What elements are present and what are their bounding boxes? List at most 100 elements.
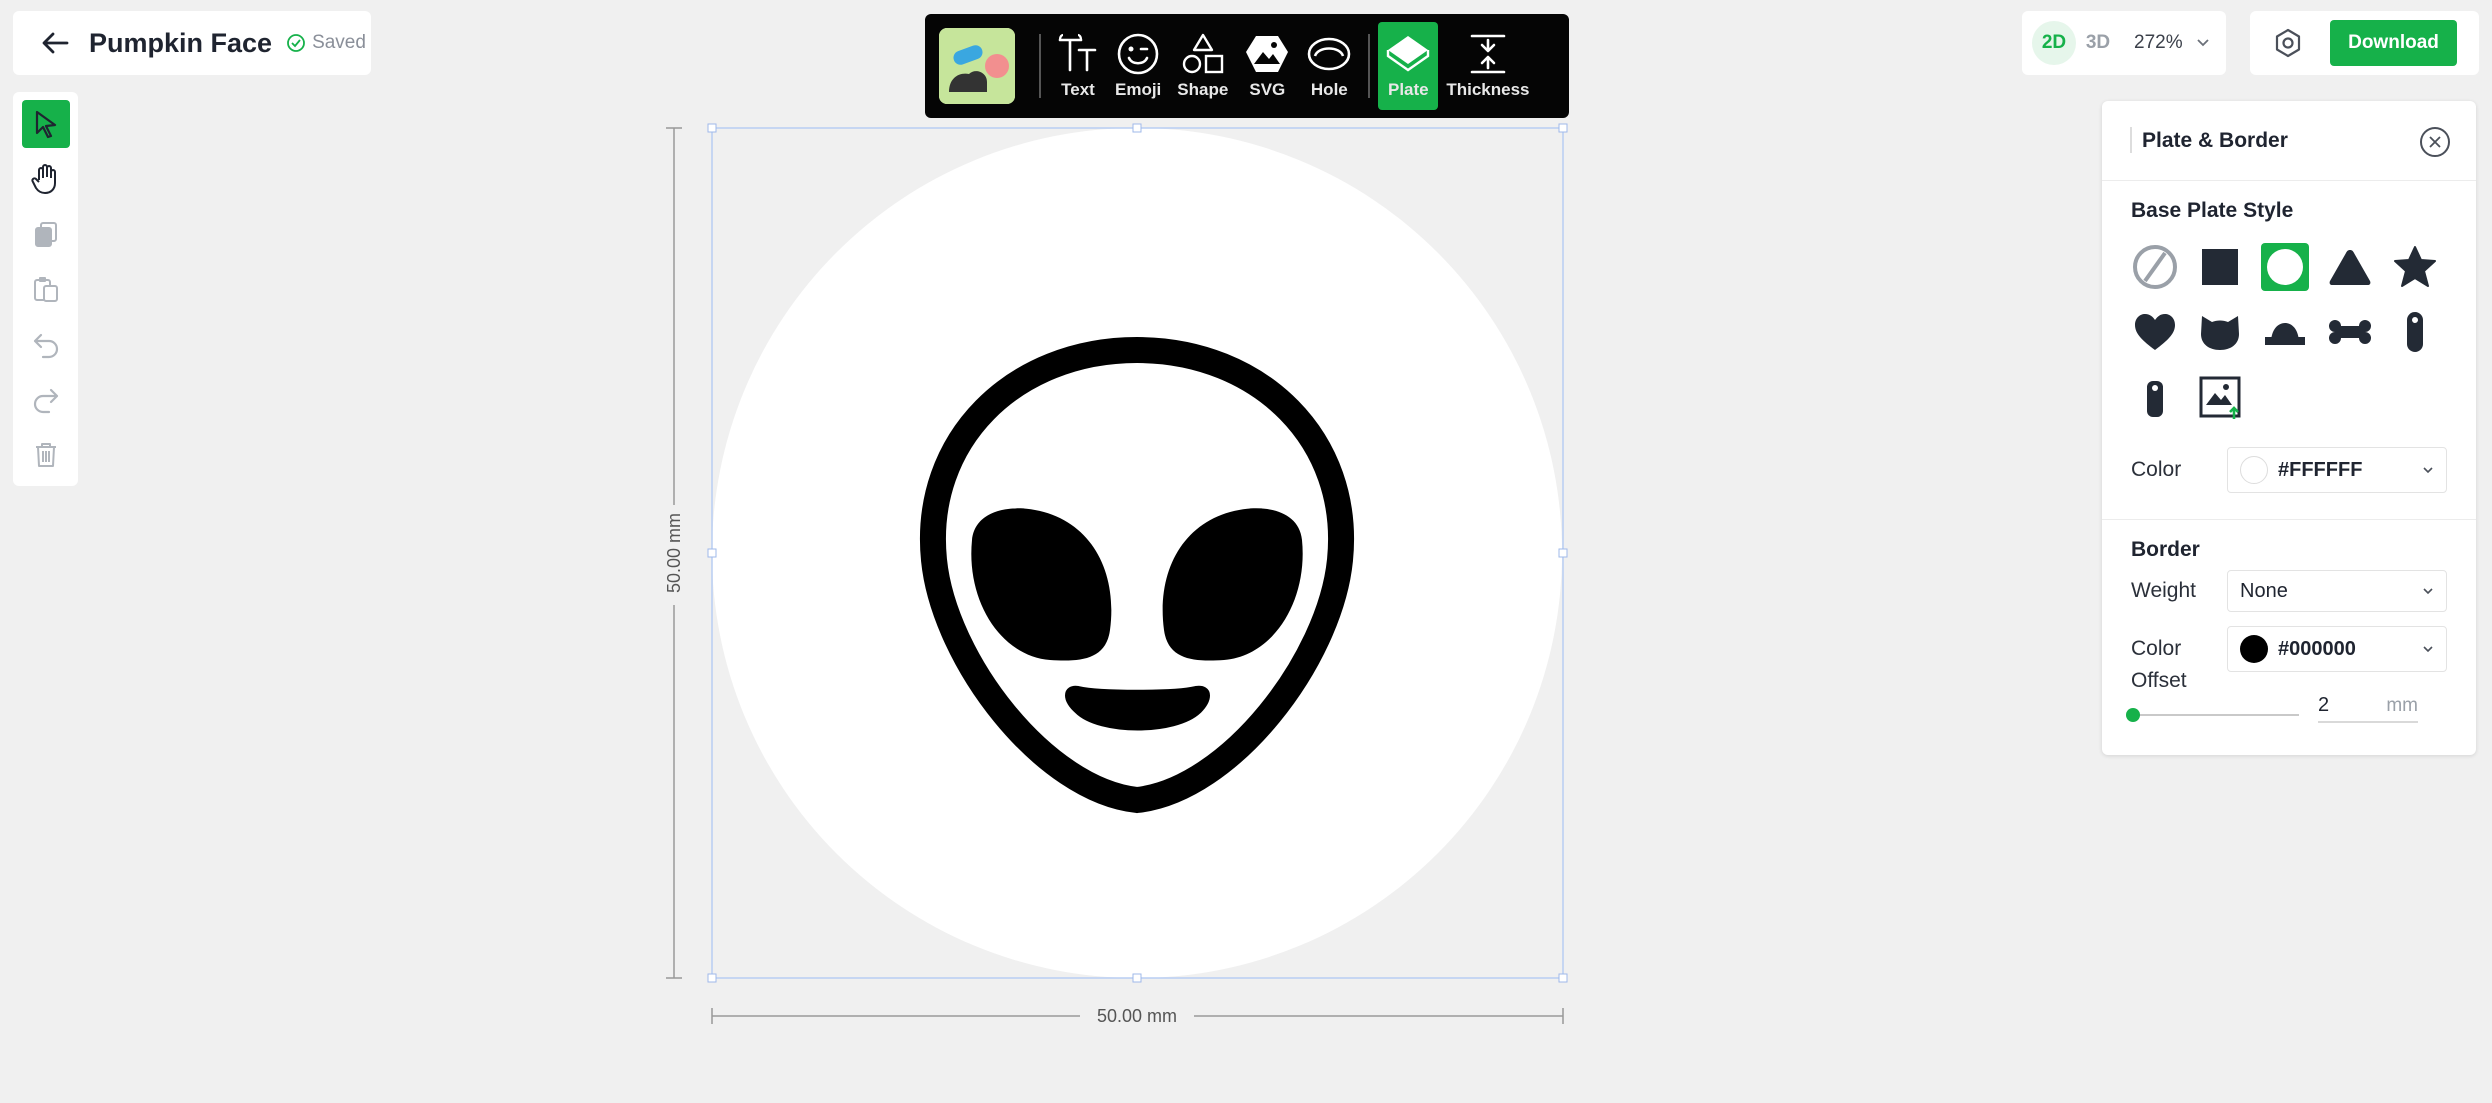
cat-head-icon [2201,316,2239,350]
base-plate-style-title: Base Plate Style [2131,199,2294,222]
hole-tool-button[interactable]: Hole [1298,22,1360,110]
cursor-arrow-icon [35,110,56,139]
left-toolbar [13,92,78,486]
border-weight-label: Weight [2131,579,2196,602]
settings-button[interactable] [2268,23,2308,63]
text-tool-button[interactable]: Text [1049,22,1107,110]
width-dimension: 50.00 mm [711,1006,1564,1026]
plate-tool-button[interactable]: Plate [1378,22,1439,110]
plate-tool-label: Plate [1388,80,1429,99]
shape-tool-label: Shape [1177,80,1229,99]
circle-icon [2267,249,2303,285]
pan-tool[interactable] [22,155,70,203]
tag-small-icon [2147,381,2163,417]
check-circle-icon [287,34,305,52]
width-label: 50.00 mm [1097,1006,1177,1026]
hand-icon [30,164,56,194]
triangle-icon [2329,250,2371,285]
plate-color-select[interactable]: #FFFFFF [2227,447,2447,493]
plate-style-tag-small[interactable] [2131,373,2179,421]
thickness-icon [1470,34,1506,74]
hex-settings-icon [2275,28,2301,58]
download-button[interactable]: Download [2330,20,2457,66]
svg-tool-button[interactable]: SVG [1236,22,1298,110]
svg-tool-label: SVG [1249,80,1286,99]
plate-style-image-upload[interactable] [2196,373,2244,421]
plate-style-square[interactable] [2196,243,2244,291]
none-icon [2133,245,2177,289]
height-label: 50.00 mm [664,513,684,593]
paste-icon [33,277,58,302]
redo-icon [33,388,58,414]
mode-3d-button[interactable]: 3D [2076,21,2120,65]
offset-label: Offset [2131,669,2187,692]
redo-tool[interactable] [22,375,70,423]
saved-label: Saved [312,32,366,53]
shape-tool-button[interactable]: Shape [1169,22,1236,110]
image-upload-icon [2199,376,2241,419]
offset-slider-track[interactable] [2131,714,2299,716]
chevron-down-icon [2196,39,2209,47]
select-tool[interactable] [21,100,70,148]
border-color-row: Color #000000 [2102,626,2476,672]
emoji-tool-label: Emoji [1115,80,1162,99]
thickness-tool-label: Thickness [1446,80,1530,99]
svg-image-icon [1246,36,1289,72]
plate-style-star[interactable] [2391,243,2439,291]
heart-icon [2135,314,2175,350]
star-icon [2394,246,2436,287]
copy-tool[interactable] [22,210,70,258]
border-weight-select[interactable]: None [2227,570,2447,612]
hole-icon [1308,37,1351,71]
border-color-select[interactable]: #000000 [2227,626,2447,672]
offset-input[interactable]: 2 mm [2318,689,2418,723]
paste-tool[interactable] [22,265,70,313]
plate-color-swatch [2240,456,2268,484]
emoji-tool-button[interactable]: Emoji [1107,22,1169,110]
panel-title: Plate & Border [2142,128,2288,152]
bone-icon [2329,320,2371,344]
plate-color-value: #FFFFFF [2278,458,2363,481]
dome-icon [2265,323,2305,345]
border-title: Border [2131,538,2200,561]
plate-style-circle[interactable] [2261,243,2309,291]
border-color-swatch [2240,635,2268,663]
plate-style-bone[interactable] [2326,308,2374,356]
title-card: Pumpkin Face Saved [13,11,371,75]
design-thumbnail[interactable] [939,28,1015,104]
document-title[interactable]: Pumpkin Face [89,28,272,59]
plate-border-panel: Plate & Border Base Plate Style Color #F… [2102,101,2476,755]
offset-unit: mm [2386,695,2418,716]
plate-style-tag[interactable] [2391,308,2439,356]
square-icon [2202,249,2238,285]
mode-2d-button[interactable]: 2D [2032,21,2076,65]
border-weight-row: Weight None [2102,570,2476,612]
plate-color-row: Color #FFFFFF [2102,447,2476,493]
saved-status: Saved [286,32,366,54]
base-plate[interactable] [712,128,1562,978]
plate-style-none[interactable] [2131,243,2179,291]
chevron-down-icon [2423,588,2433,595]
delete-tool[interactable] [22,430,70,478]
border-color-value: #000000 [2278,637,2356,660]
plate-style-cat-head[interactable] [2196,308,2244,356]
hole-tool-label: Hole [1310,80,1348,99]
thickness-tool-button[interactable]: Thickness [1438,22,1537,110]
plate-style-heart[interactable] [2131,308,2179,356]
close-panel-button[interactable] [2420,127,2450,157]
back-arrow-icon[interactable] [37,25,73,61]
image-thumbnail-icon [939,28,1015,104]
plate-style-dome[interactable] [2261,308,2309,356]
toolbar-separator-2 [1368,34,1371,98]
chevron-down-icon [2423,467,2433,474]
action-controls: Download [2250,11,2479,75]
undo-tool[interactable] [22,320,70,368]
chevron-down-icon [2423,646,2433,653]
offset-slider-thumb[interactable] [2126,708,2140,722]
copy-icon [34,222,57,247]
zoom-select[interactable]: 272% [2134,32,2209,54]
offset-value: 2 [2318,694,2330,716]
plate-style-triangle[interactable] [2326,243,2374,291]
text-icon [1058,33,1097,72]
border-color-label: Color [2131,637,2182,660]
